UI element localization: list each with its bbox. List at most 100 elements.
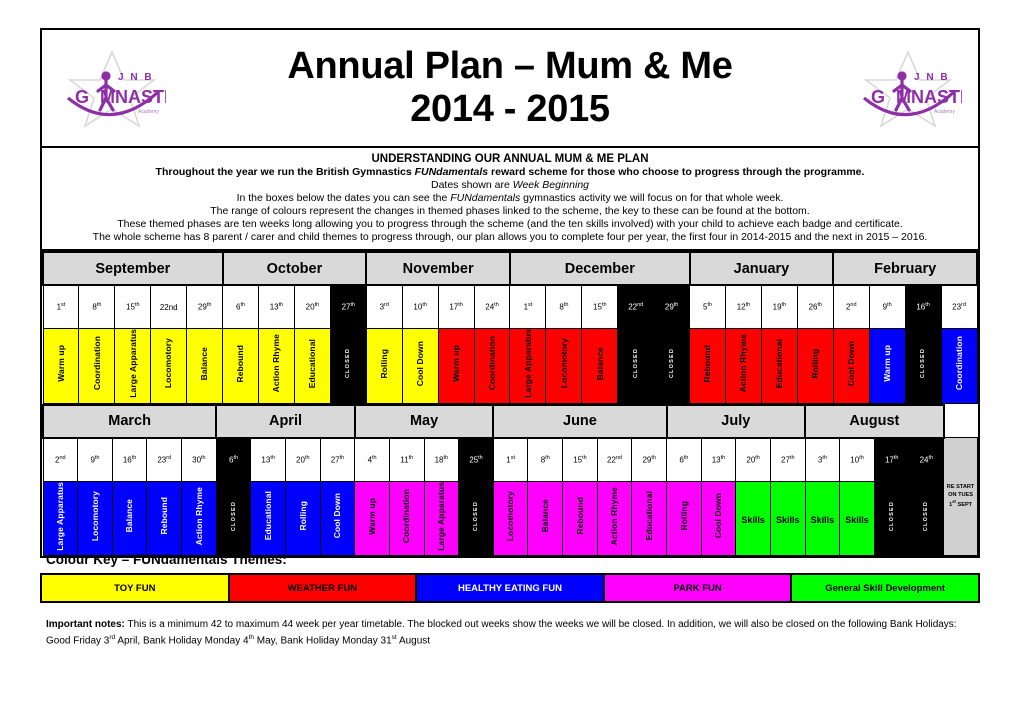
plan-frame: J N B G MNASTICS Academy Annual Plan – M… (40, 28, 980, 559)
intro-line-3: In the boxes below the dates you can see… (236, 192, 784, 204)
activity-label: Action Rhyme (738, 334, 749, 393)
activity-cell: Coordination (78, 328, 116, 404)
activity-cell: Educational (631, 480, 668, 557)
activity-label: Warm up (881, 344, 892, 382)
activity-label: Large Apparatus (522, 329, 533, 398)
activity-label: Cool Down (713, 493, 724, 539)
activity-cell: Skills (839, 480, 875, 557)
month-header-october: October (221, 251, 368, 286)
activity-label: Skills (741, 514, 765, 525)
restart-note-cell: RE START ON TUES 1st SEPT (943, 437, 978, 557)
title-line-1: Annual Plan – Mum & Me (287, 45, 733, 88)
month-header-february: February (832, 251, 978, 286)
closed-label: CLOSED (632, 348, 639, 379)
week-date-cell: 19th (760, 284, 798, 329)
activity-cell: Rolling (666, 480, 702, 557)
calendar-row-1: September October November December January F… (42, 251, 978, 404)
week-date-cell: 2nd (42, 437, 79, 482)
activity-cell: Warm up (354, 480, 390, 557)
week-date-cell: 1st (492, 437, 529, 482)
activity-label: Rebound (158, 497, 169, 535)
activity-cell: Warm up (868, 328, 906, 404)
week-date-cell: 5th (689, 284, 727, 329)
activity-cell: Rolling (284, 480, 321, 557)
activity-cell: Rebound (689, 328, 727, 404)
week-date-cell: 22nd (150, 284, 188, 329)
activity-label: Warm up (450, 344, 461, 382)
week-date-cell: 13th (258, 284, 295, 329)
activity-label: Rebound (702, 344, 713, 383)
closed-label: CLOSED (473, 501, 479, 532)
activity-cell: Warm up (437, 328, 475, 404)
svg-text:MNASTICS: MNASTICS (896, 87, 962, 107)
activity-cell: Locomotory (492, 480, 529, 557)
activity-cell: Cool Down (319, 480, 356, 557)
activity-label: Coordination (953, 336, 964, 391)
jnb-gymnastics-logo-left: J N B G MNASTICS Academy (58, 46, 166, 130)
activity-label: Balance (124, 499, 135, 533)
intro-line-1: Throughout the year we run the British G… (155, 166, 865, 178)
week-date-cell: 15th (581, 284, 619, 329)
week-date-cell: 11th (388, 437, 425, 482)
activity-cell: Locomotory (545, 328, 583, 404)
activity-cell: Balance (581, 328, 619, 404)
activity-label: Locomotory (89, 491, 100, 542)
activity-cell: Large Apparatus (509, 328, 547, 404)
week-date-cell: 9th (77, 437, 113, 482)
month-header-june: June (492, 403, 668, 439)
activity-label: Locomotory (558, 338, 569, 389)
activity-cell: Rolling (796, 328, 834, 404)
week-date-cell: 27th (769, 437, 806, 482)
activity-cell-closed: CLOSED (873, 480, 910, 557)
activity-cell: Rebound (222, 328, 260, 404)
activity-cell: Cool Down (832, 328, 870, 404)
activity-label: Coordination (401, 489, 412, 544)
month-header-august: August (804, 403, 945, 439)
activity-cell: Action Rhyme (725, 328, 762, 404)
activity-label: Large Apparatus (127, 329, 138, 398)
week-date-cell: 23rd (940, 284, 978, 329)
month-header-july: July (665, 403, 807, 439)
activity-label: Cool Down (845, 340, 856, 386)
svg-text:J N B: J N B (914, 72, 950, 83)
activity-cell: Balance (111, 480, 148, 557)
activity-cell: Cool Down (401, 328, 439, 404)
intro-line-6: The whole scheme has 8 parent / carer an… (92, 231, 928, 243)
week-date-cell: 8th (527, 437, 564, 482)
activity-label: Rebound (574, 497, 585, 535)
svg-text:Academy: Academy (138, 109, 159, 115)
closed-label: CLOSED (888, 501, 895, 532)
intro-line-2: Dates shown are Week Beginning (431, 179, 589, 191)
activity-cell: Large Apparatus (423, 480, 460, 557)
activity-cell-closed: CLOSED (904, 328, 942, 404)
activity-label: Locomotory (163, 338, 174, 389)
week-date-cell: 3rd (365, 284, 403, 329)
closed-label: CLOSED (923, 501, 930, 532)
activity-cell: Action Rhyme (181, 480, 217, 557)
activity-cell-closed: CLOSED (458, 480, 494, 557)
week-date-cell: 8th (545, 284, 583, 329)
colour-key-item: General Skill Development (790, 573, 980, 603)
intro-line-5: These themed phases are ten weeks long a… (117, 218, 903, 230)
notes-text-4: August (396, 634, 431, 646)
activity-cell: Educational (250, 480, 286, 557)
month-header-december: December (508, 251, 691, 286)
activity-cell: Balance (527, 480, 564, 557)
activity-label: Coordination (91, 336, 102, 391)
week-date-cell: 25th (458, 437, 494, 482)
week-date-cell: 4th (354, 437, 390, 482)
colour-key-table: TOY FUN WEATHER FUN HEALTHY EATING FUN PARK… (40, 573, 980, 603)
week-date-cell: 1st (42, 284, 80, 329)
month-header-april: April (215, 403, 356, 439)
colour-key-section: Colour Key – FUNdamentals Themes: TOY FU… (40, 552, 980, 603)
title-line-2: 2014 - 2015 (410, 88, 610, 130)
week-date-cell: 22nd (617, 284, 655, 329)
week-date-cell: 3th (804, 437, 841, 482)
month-header-january: January (688, 251, 835, 286)
activity-cell: Skills (769, 480, 806, 557)
activity-label: Large Apparatus (436, 481, 447, 551)
activity-cell: Cool Down (700, 480, 737, 557)
activity-cell: Coordination (388, 480, 425, 557)
activity-cell: Warm up (42, 328, 80, 404)
activity-label: Warm up (55, 344, 66, 382)
